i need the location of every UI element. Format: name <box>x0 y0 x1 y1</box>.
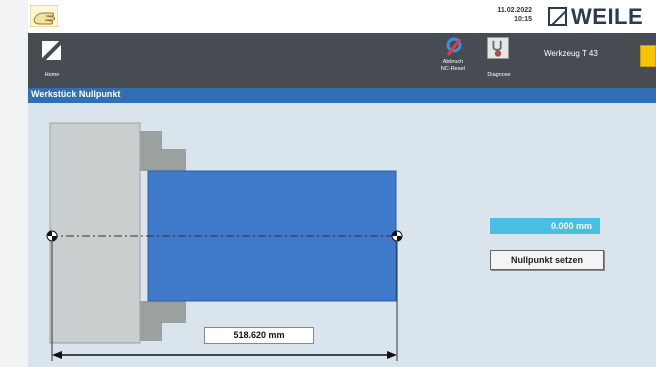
brand-text: WEILE <box>571 4 644 29</box>
stethoscope-icon <box>487 37 509 59</box>
length-unit: mm <box>268 330 285 340</box>
chuck-body <box>49 122 141 344</box>
workpiece-drawing: 0.000 mm Nullpunkt setzen 518.620 mm <box>28 103 656 367</box>
length-value: 518.620 <box>233 330 266 340</box>
chuck-jaw-lower-1 <box>140 323 162 341</box>
diagnosis-button[interactable]: Diagnose <box>483 33 515 88</box>
workpiece-length-field[interactable]: 518.620 mm <box>204 327 314 344</box>
chuck-jaw-upper-2 <box>140 149 186 171</box>
zero-offset-unit: mm <box>575 221 592 231</box>
workpiece-svg <box>46 122 403 361</box>
toolbar: Home Abbruch NC-Reset Diagnose Werkzeug … <box>28 33 656 88</box>
machine-screen: 11.02.2022 10:15 WEILE Home Abbruch NC-R… <box>28 0 656 367</box>
zero-offset-value: 0.000 <box>550 221 574 231</box>
abort-label-line1: Abbruch <box>442 59 464 65</box>
date-text: 11.02.2022 <box>497 7 532 14</box>
abort-nc-reset-button[interactable]: Abbruch NC-Reset <box>428 33 478 88</box>
brand-logo: WEILE <box>548 4 643 30</box>
diagnosis-label: Diagnose <box>487 72 511 78</box>
dimension-arrow-right <box>387 351 397 359</box>
left-zero-marker <box>46 230 58 242</box>
abort-label-line2: NC-Reset <box>440 66 466 72</box>
right-zero-marker <box>391 230 403 242</box>
panel-title-bar: Werkstück Nullpunkt <box>28 88 656 103</box>
chuck-jaw-lower-2 <box>140 301 186 323</box>
date-time: 11.02.2022 10:15 <box>472 6 532 24</box>
time-text: 10:15 <box>514 16 532 23</box>
tool-icon[interactable] <box>640 45 656 67</box>
dimension-arrow-left <box>52 351 62 359</box>
panel-title: Werkstück Nullpunkt <box>31 89 121 99</box>
chuck-jaw-upper-1 <box>140 131 162 149</box>
home-icon <box>42 41 61 60</box>
brand-mark-icon <box>548 7 567 26</box>
home-label: Home <box>44 72 60 78</box>
abort-label: Abbruch NC-Reset <box>428 59 478 73</box>
zero-offset-field[interactable]: 0.000 mm <box>490 218 600 234</box>
hand-icon[interactable] <box>30 5 58 27</box>
home-button[interactable]: Home <box>32 33 72 88</box>
status-bar: 11.02.2022 10:15 WEILE <box>28 0 656 33</box>
set-zero-point-button[interactable]: Nullpunkt setzen <box>490 250 604 270</box>
abort-icon <box>446 37 462 56</box>
tool-label: Werkzeug T 43 <box>544 49 598 58</box>
